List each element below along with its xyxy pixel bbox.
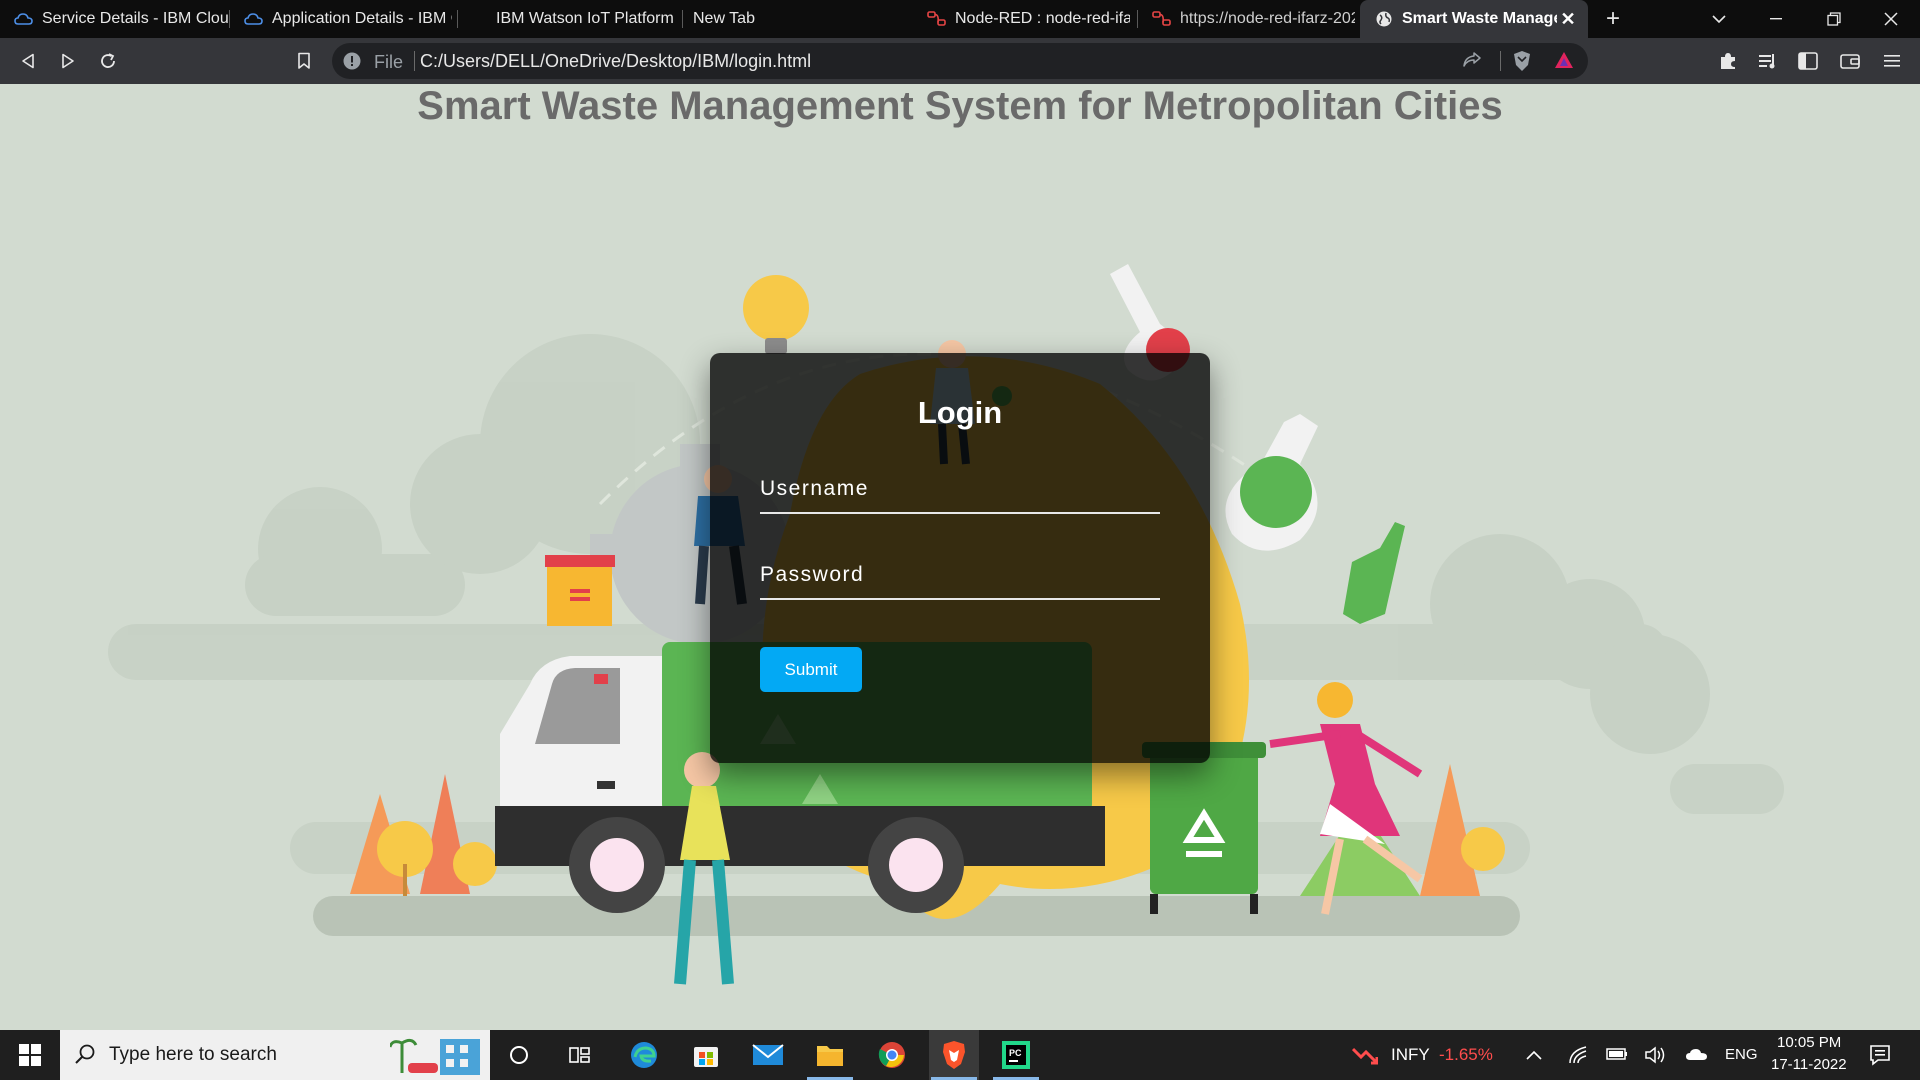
password-underline (760, 598, 1160, 600)
share-icon[interactable] (1462, 52, 1482, 75)
close-tab-icon[interactable]: ✕ (1558, 9, 1578, 29)
tab-node-red[interactable]: Node-RED : node-red-ifarz (913, 0, 1138, 38)
svg-text:PC: PC (1009, 1048, 1022, 1058)
login-card: Login Submit (710, 353, 1210, 763)
stock-trend-icon (1351, 1045, 1379, 1070)
scheme-label: File (374, 52, 404, 72)
windows-start-icon[interactable] (0, 1030, 60, 1080)
tab-search-chevron-icon[interactable] (1696, 0, 1742, 38)
address-bar[interactable]: File C:/Users/DELL/OneDrive/Desktop/IBM/… (332, 43, 1588, 79)
tab-strip: Service Details - IBM Cloud Application … (0, 0, 1920, 38)
address-divider (1500, 51, 1501, 71)
tab-watson-iot[interactable]: IBM Watson IoT Platform (458, 0, 683, 38)
show-hidden-icons-chevron-icon[interactable] (1526, 1047, 1542, 1065)
browser-toolbar: File C:/Users/DELL/OneDrive/Desktop/IBM/… (0, 38, 1920, 84)
onedrive-cloud-icon[interactable] (1685, 1047, 1709, 1066)
globe-icon (1374, 9, 1394, 29)
windows-taskbar: Type here to search PC INFY -1.65% ENG 1… (0, 1030, 1920, 1080)
mail-icon[interactable] (743, 1030, 793, 1080)
new-tab-plus-icon[interactable]: + (1590, 0, 1636, 38)
pycharm-icon[interactable]: PC (991, 1030, 1041, 1080)
ibm-cloud-icon (244, 9, 264, 29)
search-icon (74, 1043, 96, 1070)
task-view-icon[interactable] (555, 1030, 605, 1080)
tab-service-details[interactable]: Service Details - IBM Cloud (0, 0, 230, 38)
url-text[interactable]: C:/Users/DELL/OneDrive/Desktop/IBM/login… (420, 51, 811, 72)
notifications-icon[interactable] (1869, 1044, 1891, 1071)
store-icon[interactable] (681, 1030, 731, 1080)
brave-rewards-icon[interactable] (1554, 51, 1574, 74)
edge-icon[interactable] (619, 1030, 669, 1080)
node-red-icon (1152, 9, 1172, 29)
clock-time[interactable]: 10:05 PM (1777, 1034, 1841, 1051)
tab-new-tab[interactable]: New Tab (683, 0, 913, 38)
search-highlight-icon (388, 1033, 486, 1080)
brave-icon[interactable] (929, 1030, 979, 1080)
info-icon[interactable] (342, 51, 362, 71)
ibm-cloud-icon (14, 9, 34, 29)
tab-smart-waste[interactable]: Smart Waste Managem ✕ (1360, 0, 1588, 38)
username-field-wrapper (760, 466, 1160, 514)
volume-icon[interactable] (1644, 1045, 1666, 1070)
node-red-icon (927, 9, 947, 29)
menu-hamburger-icon[interactable] (1877, 46, 1907, 76)
reload-icon[interactable] (93, 46, 123, 76)
bookmark-icon[interactable] (289, 46, 319, 76)
password-input[interactable] (760, 552, 1160, 598)
wallet-icon[interactable] (1835, 46, 1865, 76)
file-explorer-icon[interactable] (805, 1030, 855, 1080)
page-viewport: Smart Waste Management System for Metrop… (0, 84, 1920, 1030)
language-indicator[interactable]: ENG (1725, 1046, 1758, 1063)
tab-application-details[interactable]: Application Details - IBM C (230, 0, 458, 38)
chrome-icon[interactable] (867, 1030, 917, 1080)
playlist-icon[interactable] (1753, 46, 1783, 76)
restore-icon[interactable] (1811, 0, 1857, 38)
stock-change: -1.65% (1439, 1045, 1493, 1064)
username-input[interactable] (760, 466, 1160, 512)
address-divider (414, 51, 415, 71)
page-title: Smart Waste Management System for Metrop… (417, 84, 1503, 128)
stock-symbol[interactable]: INFY (1391, 1045, 1430, 1065)
close-window-icon[interactable] (1868, 0, 1914, 38)
sidebar-toggle-icon[interactable] (1793, 46, 1823, 76)
taskbar-search-box[interactable]: Type here to search (60, 1030, 490, 1080)
tab-node-red-url[interactable]: https://node-red-ifarz-202 (1138, 0, 1360, 38)
minimize-icon[interactable] (1753, 0, 1799, 38)
login-heading: Login (917, 395, 1003, 430)
brave-shields-icon[interactable] (1512, 50, 1532, 77)
network-icon[interactable] (1568, 1045, 1588, 1070)
forward-icon[interactable] (53, 46, 83, 76)
clock-date[interactable]: 17-11-2022 (1771, 1056, 1847, 1073)
battery-icon[interactable] (1606, 1047, 1628, 1066)
submit-button[interactable]: Submit (760, 647, 862, 692)
username-underline (760, 512, 1160, 514)
password-field-wrapper (760, 552, 1160, 600)
search-placeholder: Type here to search (109, 1044, 277, 1065)
extensions-puzzle-icon[interactable] (1713, 46, 1743, 76)
back-icon[interactable] (13, 46, 43, 76)
cortana-icon[interactable] (494, 1030, 544, 1080)
